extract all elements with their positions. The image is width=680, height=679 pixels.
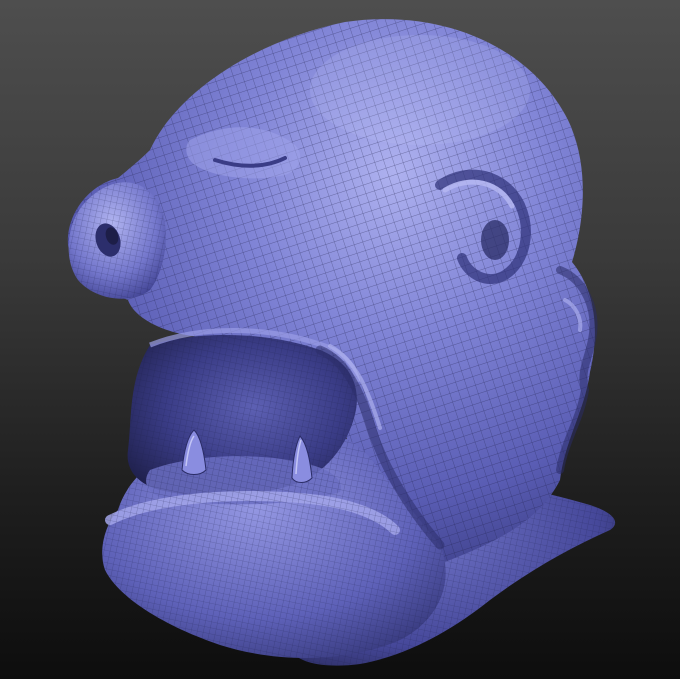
sculpt-render [67,19,616,666]
snout [68,182,166,299]
sculpt-viewport[interactable] [0,0,680,679]
specular-highlight [310,35,530,145]
